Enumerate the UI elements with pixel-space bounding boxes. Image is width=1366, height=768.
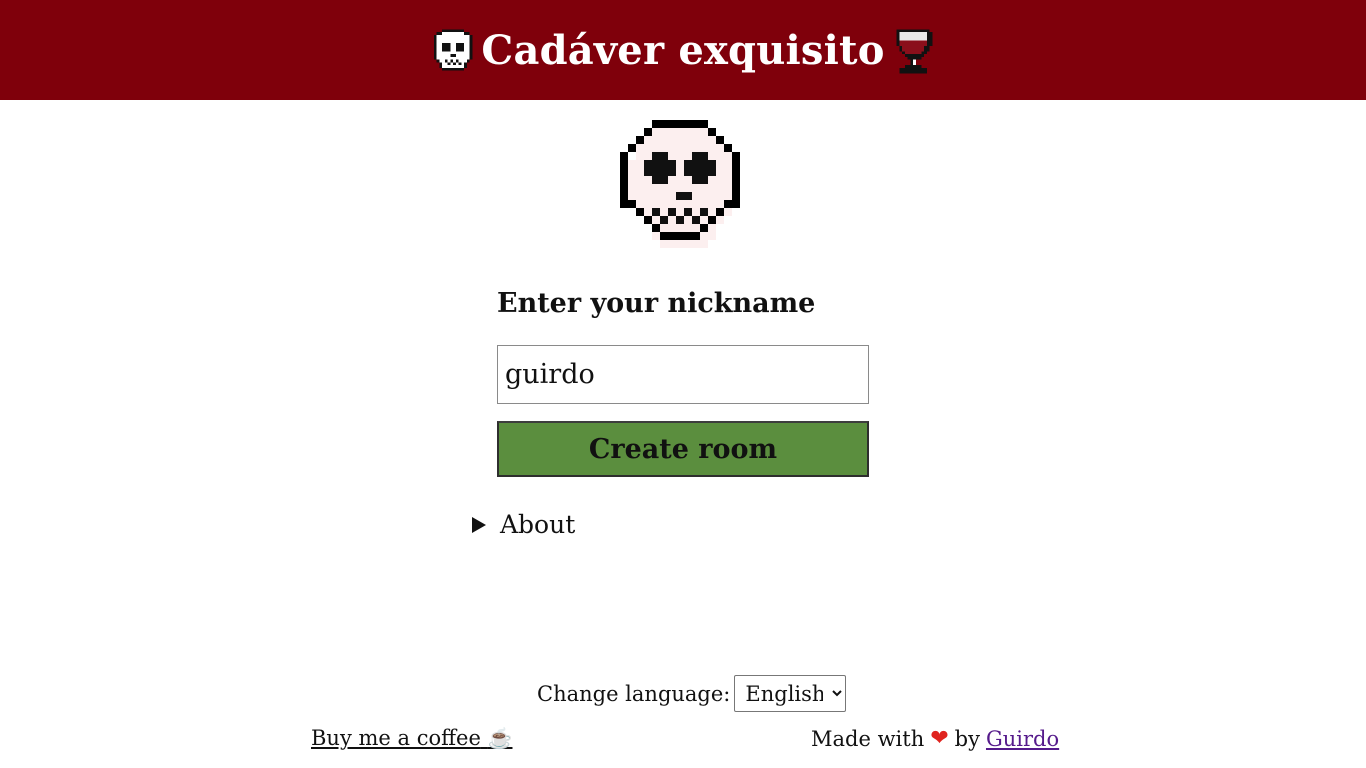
buy-coffee-label: Buy me a coffee <box>311 726 481 750</box>
language-switcher: Change language: English <box>537 675 847 712</box>
about-toggle[interactable]: About <box>472 510 575 539</box>
disclosure-triangle-icon <box>472 516 486 533</box>
buy-coffee-link[interactable]: Buy me a coffee ☕ <box>311 726 512 750</box>
coffee-cup-icon: ☕ <box>487 726 513 750</box>
app-header: Cadáver exquisito <box>0 0 1366 100</box>
app-title: Cadáver exquisito <box>481 26 885 74</box>
nickname-input[interactable] <box>497 345 869 404</box>
by-label: by <box>954 726 980 751</box>
nickname-label: Enter your nickname <box>497 288 816 319</box>
wine-glass-icon <box>896 29 932 74</box>
nickname-form: Enter your nickname Create room <box>497 284 869 477</box>
language-select[interactable]: English <box>734 675 847 712</box>
made-with-credit: Made with ❤ by Guirdo <box>811 726 1059 751</box>
heart-icon: ❤ <box>930 726 949 751</box>
skull-icon <box>434 29 473 71</box>
about-label: About <box>500 510 576 539</box>
change-language-label: Change language: <box>537 681 731 706</box>
made-with-label: Made with <box>811 726 925 751</box>
author-link[interactable]: Guirdo <box>986 727 1059 751</box>
create-room-button[interactable]: Create room <box>497 421 869 477</box>
logo-skull-icon <box>620 120 740 248</box>
